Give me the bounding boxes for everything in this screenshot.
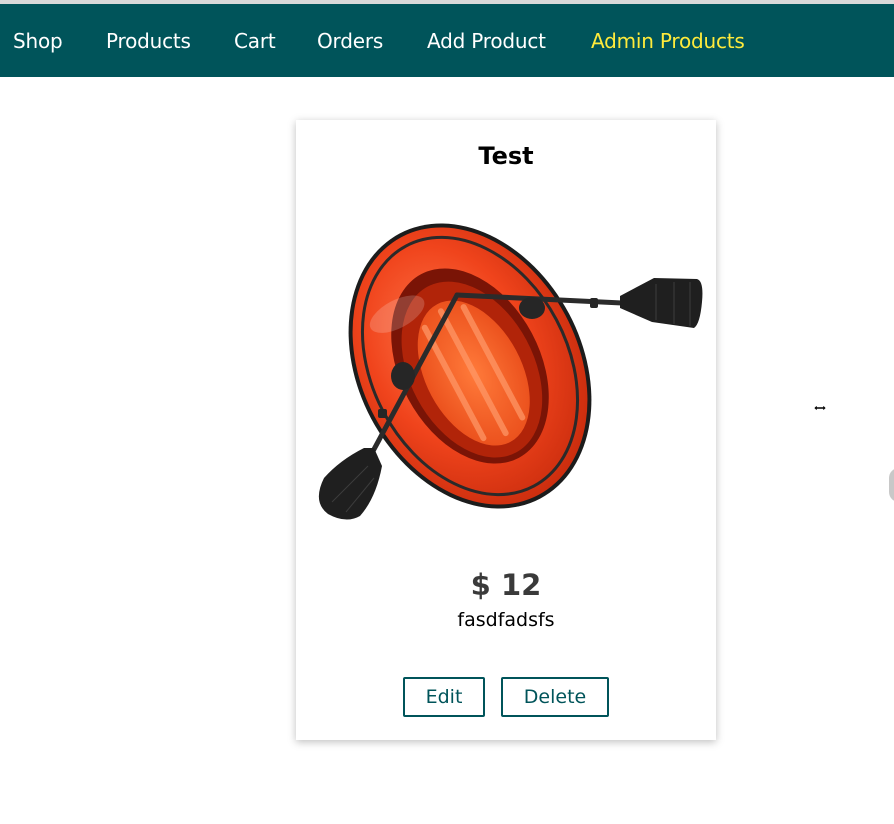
delete-button[interactable]: Delete [501, 677, 609, 717]
nav-link-admin-products[interactable]: Admin Products [591, 4, 745, 77]
nav-link-cart[interactable]: Cart [234, 4, 276, 77]
main-nav: Shop Products Cart Orders Add Product Ad… [0, 4, 894, 77]
main-header: Shop Products Cart Orders Add Product Ad… [0, 4, 894, 77]
product-price: $ 12 [470, 568, 542, 602]
product-image [302, 198, 712, 523]
product-card: Test $ 12 fasdfadsfs Edit Delete [296, 120, 716, 740]
nav-link-products[interactable]: Products [106, 4, 191, 77]
resize-cursor-icon [814, 404, 826, 412]
edge-handle[interactable] [889, 468, 894, 502]
nav-link-add-product[interactable]: Add Product [427, 4, 546, 77]
raft-image-icon [318, 223, 703, 520]
edit-button[interactable]: Edit [403, 677, 485, 717]
nav-link-shop[interactable]: Shop [13, 4, 63, 77]
nav-link-orders[interactable]: Orders [317, 4, 383, 77]
product-title: Test [478, 142, 534, 170]
product-description: fasdfadsfs [457, 609, 555, 631]
